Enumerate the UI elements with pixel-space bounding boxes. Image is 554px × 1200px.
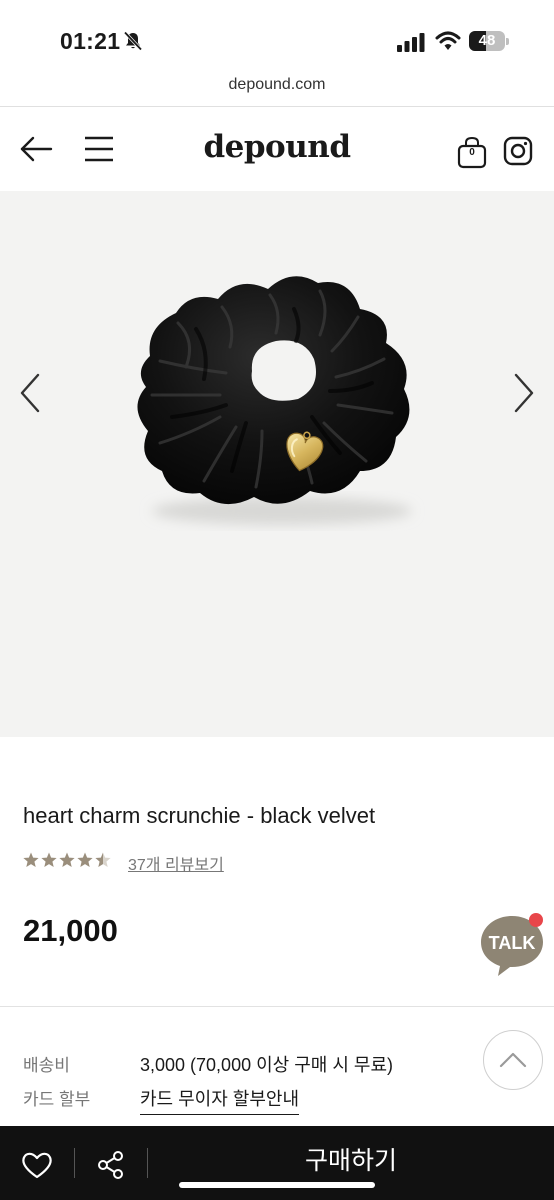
star-icon <box>23 852 39 867</box>
star-rating <box>23 852 111 867</box>
talk-label: TALK <box>489 933 536 953</box>
section-divider <box>0 1006 554 1007</box>
home-indicator <box>179 1182 375 1188</box>
shipping-value: 3,000 (70,000 이상 구매 시 무료) <box>140 1055 394 1075</box>
product-price: 21,000 <box>23 913 118 948</box>
product-gallery[interactable] <box>0 191 554 737</box>
product-title: heart charm scrunchie - black velvet <box>23 803 376 828</box>
cart-count: 0 <box>469 147 475 158</box>
url-bar[interactable]: depound.com <box>0 76 554 94</box>
card-installment-label: 카드 할부 <box>23 1090 91 1109</box>
chevron-up-icon <box>499 1052 527 1068</box>
shipping-label: 배송비 <box>23 1056 70 1075</box>
scroll-top-button[interactable] <box>483 1030 543 1090</box>
chevron-left-icon[interactable] <box>16 371 46 415</box>
battery-icon: 48 <box>469 31 509 51</box>
status-time: 01:21 <box>60 28 121 54</box>
star-icon <box>95 852 111 867</box>
bottom-action-bar: 구매하기 <box>0 1126 554 1200</box>
share-icon[interactable] <box>96 1150 126 1180</box>
cart-button[interactable]: 0 <box>455 135 489 169</box>
status-bar: 01:21 48 depound.com <box>0 0 554 93</box>
star-icon <box>59 852 75 867</box>
star-icon <box>77 852 93 867</box>
battery-level: 48 <box>478 32 496 49</box>
card-installment-link[interactable]: 카드 무이자 할부안내 <box>140 1085 300 1115</box>
buy-button[interactable]: 구매하기 <box>148 1126 554 1200</box>
review-link[interactable]: 37개 리뷰보기 <box>128 851 224 875</box>
notification-badge <box>529 913 543 927</box>
star-icon <box>41 852 57 867</box>
wifi-icon <box>435 31 461 50</box>
chevron-right-icon[interactable] <box>508 371 538 415</box>
bell-slash-icon <box>123 31 143 51</box>
cellular-signal-icon <box>397 33 425 52</box>
bar-separator <box>74 1148 75 1178</box>
heart-icon[interactable] <box>20 1150 54 1180</box>
instagram-icon[interactable] <box>502 135 534 167</box>
product-image <box>137 276 412 525</box>
site-header: depound 0 <box>0 107 554 191</box>
